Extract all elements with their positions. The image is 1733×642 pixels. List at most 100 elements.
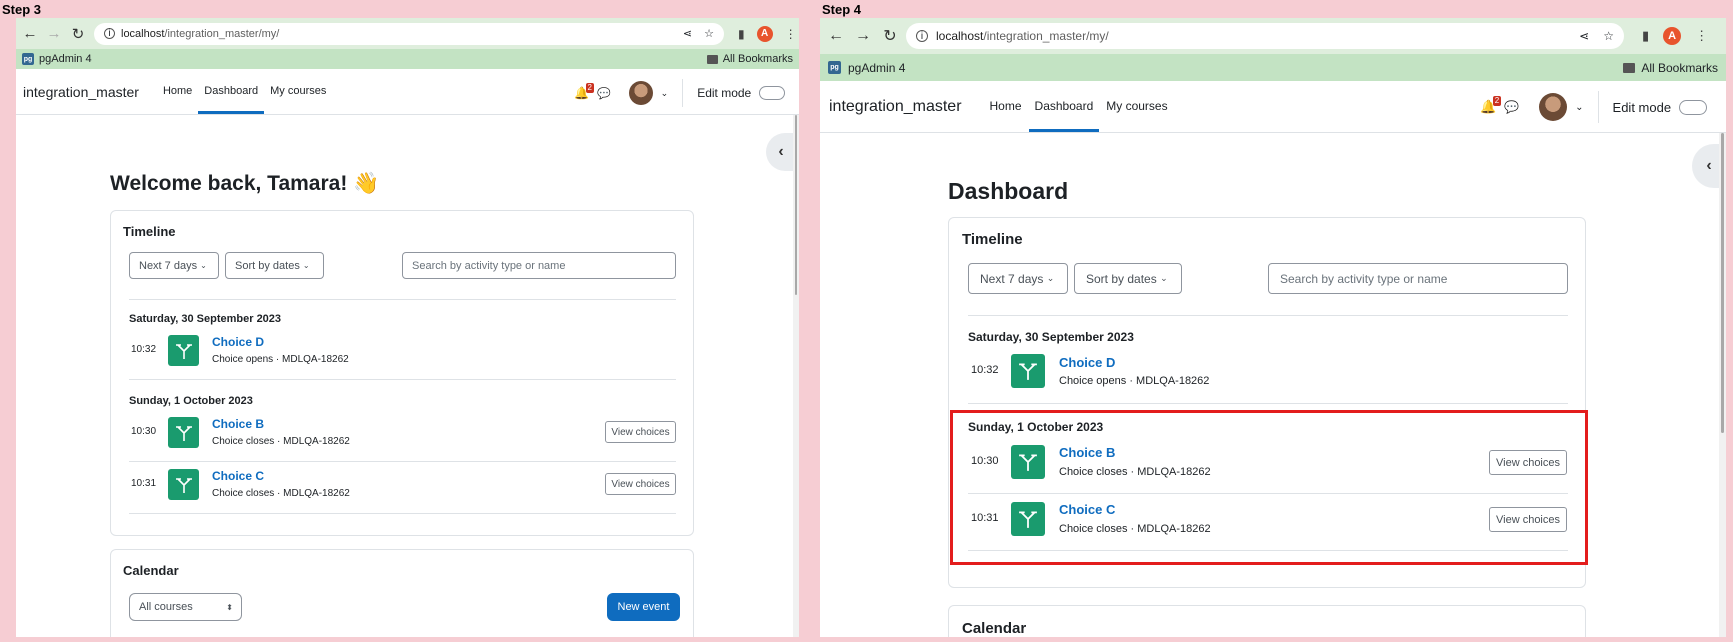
drawer-toggle[interactable]: ‹	[766, 133, 796, 171]
calendar-title: Calendar	[123, 563, 179, 578]
nav-home[interactable]: Home	[990, 81, 1022, 132]
reload-icon[interactable]: ↻	[880, 26, 900, 46]
chevron-down-icon: ⌄	[1160, 273, 1168, 283]
sidepanel-icon[interactable]: ▮	[1642, 28, 1649, 44]
view-choices-button[interactable]: View choices	[605, 473, 676, 495]
course-filter-label: All courses	[139, 601, 193, 613]
step-label: Step 4	[822, 2, 862, 17]
choice-activity-icon	[1011, 354, 1045, 388]
browser-toolbar: ← → ↻ i localhost/integration_master/my/…	[820, 18, 1726, 54]
choice-activity-icon	[168, 335, 199, 366]
reload-icon[interactable]: ↻	[68, 25, 88, 43]
sort-label: Sort by dates	[235, 259, 300, 272]
menu-dots-icon[interactable]: ⋮	[1695, 28, 1708, 44]
bell-icon[interactable]: 🔔 2	[1480, 96, 1502, 115]
all-bookmarks[interactable]: All Bookmarks	[723, 53, 793, 65]
share-icon[interactable]: ⋖	[683, 27, 692, 40]
profile-avatar[interactable]: A	[756, 25, 773, 42]
address-bar[interactable]: i localhost/integration_master/my/ ⋖ ☆	[94, 22, 724, 45]
star-icon[interactable]: ☆	[1603, 29, 1614, 43]
event-subtitle: Choice opens · MDLQA-18262	[1059, 375, 1210, 387]
sidepanel-icon[interactable]: ▮	[738, 27, 745, 41]
select-arrows-icon: ⬍	[226, 602, 233, 612]
chevron-left-icon: ‹	[1706, 157, 1712, 174]
highlight-box	[950, 410, 1588, 565]
event-time: 10:30	[131, 426, 157, 437]
event-title[interactable]: Choice D	[212, 335, 264, 349]
moodle-navbar: integration_master Home Dashboard My cou…	[16, 69, 799, 115]
forward-arrow-icon[interactable]: →	[853, 27, 873, 45]
info-icon[interactable]: i	[104, 28, 115, 39]
search-input[interactable]: Search by activity type or name	[402, 252, 676, 279]
forward-arrow-icon[interactable]: →	[44, 25, 64, 42]
filter-days-dropdown[interactable]: Next 7 days ⌄	[968, 263, 1068, 294]
sort-dropdown[interactable]: Sort by dates ⌄	[1074, 263, 1182, 294]
event-title[interactable]: Choice C	[212, 469, 264, 483]
event-title[interactable]: Choice B	[212, 417, 264, 431]
star-icon[interactable]: ☆	[704, 27, 714, 40]
avatar[interactable]	[1539, 93, 1568, 121]
sort-label: Sort by dates	[1086, 271, 1157, 286]
chevron-down-icon[interactable]: ⌄	[661, 88, 669, 99]
search-input[interactable]: Search by activity type or name	[1268, 263, 1568, 294]
scrollbar[interactable]	[793, 115, 799, 637]
edit-mode-label: Edit mode	[697, 86, 752, 100]
event-title[interactable]: Choice D	[1059, 355, 1115, 370]
timeline-title: Timeline	[962, 231, 1023, 248]
sort-dropdown[interactable]: Sort by dates ⌄	[225, 252, 324, 279]
bell-icon[interactable]: 🔔 2	[574, 83, 594, 100]
filter-days-label: Next 7 days	[139, 259, 198, 272]
filter-days-label: Next 7 days	[980, 271, 1044, 286]
nav-my-courses[interactable]: My courses	[1106, 81, 1167, 132]
timeline-title: Timeline	[123, 224, 176, 239]
menu-dots-icon[interactable]: ⋮	[785, 27, 797, 41]
event-subtitle: Choice closes · MDLQA-18262	[212, 436, 350, 447]
site-name[interactable]: integration_master	[23, 84, 139, 100]
chevron-left-icon: ‹	[778, 143, 784, 160]
choice-activity-icon	[168, 417, 199, 448]
nav-my-courses[interactable]: My courses	[270, 69, 326, 114]
page-title: Dashboard	[948, 178, 1069, 204]
screenshot-step-3: ← → ↻ i localhost/integration_master/my/…	[16, 18, 799, 637]
event-time: 10:32	[971, 364, 999, 376]
folder-icon	[706, 54, 718, 64]
new-event-button[interactable]: New event	[607, 593, 680, 621]
event-subtitle: Choice opens · MDLQA-18262	[212, 354, 349, 365]
all-bookmarks[interactable]: All Bookmarks	[1641, 61, 1718, 75]
calendar-title: Calendar	[962, 620, 1027, 637]
step-label: Step 3	[2, 2, 42, 17]
event-time: 10:32	[131, 344, 157, 355]
nav-home[interactable]: Home	[163, 69, 192, 114]
url-path: /integration_master/my/	[983, 29, 1109, 43]
date-heading: Saturday, 30 September 2023	[968, 330, 1134, 344]
edit-mode-toggle[interactable]	[759, 86, 786, 100]
info-icon[interactable]: i	[916, 30, 928, 42]
calendar-block: Calendar All courses ⬍ New event	[110, 549, 694, 637]
share-icon[interactable]: ⋖	[1579, 29, 1589, 43]
filter-days-dropdown[interactable]: Next 7 days ⌄	[129, 252, 219, 279]
avatar[interactable]	[628, 81, 653, 105]
scrollbar[interactable]	[1719, 133, 1726, 637]
folder-icon	[1623, 62, 1636, 73]
bookmarks-bar: pg pgAdmin 4 All Bookmarks	[16, 49, 799, 69]
nav-dashboard[interactable]: Dashboard	[198, 69, 264, 114]
notification-badge: 2	[585, 83, 594, 93]
nav-dashboard[interactable]: Dashboard	[1028, 81, 1099, 132]
notification-badge: 2	[1492, 96, 1502, 106]
chat-icon[interactable]: 💬	[597, 87, 611, 100]
event-subtitle: Choice closes · MDLQA-18262	[212, 488, 350, 499]
chat-icon[interactable]: 💬	[1504, 100, 1519, 114]
course-filter-select[interactable]: All courses ⬍	[129, 593, 242, 621]
profile-avatar[interactable]: A	[1663, 27, 1682, 45]
address-bar[interactable]: i localhost/integration_master/my/ ⋖ ☆	[906, 23, 1624, 49]
choice-activity-icon	[168, 469, 199, 500]
back-arrow-icon[interactable]: ←	[20, 25, 40, 42]
bookmark-pgadmin[interactable]: pgAdmin 4	[39, 53, 92, 65]
bookmark-pgadmin[interactable]: pgAdmin 4	[848, 61, 905, 75]
back-arrow-icon[interactable]: ←	[826, 27, 846, 45]
edit-mode-toggle[interactable]	[1679, 99, 1708, 115]
view-choices-button[interactable]: View choices	[605, 421, 676, 443]
chevron-down-icon[interactable]: ⌄	[1575, 102, 1583, 113]
site-name[interactable]: integration_master	[829, 98, 962, 116]
pgadmin-icon: pg	[22, 53, 34, 65]
